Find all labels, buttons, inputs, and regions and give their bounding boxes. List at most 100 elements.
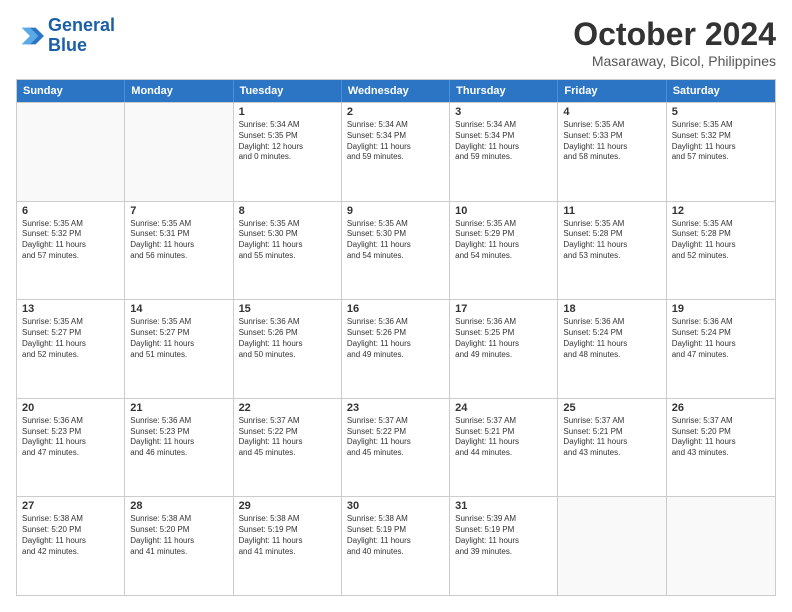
cal-cell xyxy=(125,103,233,201)
cal-cell: 26 Sunrise: 5:37 AM Sunset: 5:20 PM Dayli… xyxy=(667,399,775,497)
day-number: 14 xyxy=(130,303,227,315)
day-number: 30 xyxy=(347,500,444,512)
cal-cell xyxy=(558,497,666,595)
cal-cell: 24Sunrise: 5:37 AM Sunset: 5:21 PM Dayli… xyxy=(450,399,558,497)
cell-info: Sunrise: 5:35 AM Sunset: 5:27 PM Dayligh… xyxy=(130,317,227,360)
day-number: 22 xyxy=(239,402,336,414)
cell-info: Sunrise: 5:38 AM Sunset: 5:20 PM Dayligh… xyxy=(22,514,119,557)
header-day-wednesday: Wednesday xyxy=(342,80,450,102)
day-number: 12 xyxy=(672,205,770,217)
cal-cell: 23 Sunrise: 5:37 AM Sunset: 5:22 PM Dayli… xyxy=(342,399,450,497)
cal-cell: 17 Sunrise: 5:36 AM Sunset: 5:25 PM Dayli… xyxy=(450,300,558,398)
cell-info: Sunrise: 5:35 AM Sunset: 5:30 PM Dayligh… xyxy=(347,219,444,262)
day-number: 21 xyxy=(130,402,227,414)
cell-info: Sunrise: 5:36 AM Sunset: 5:24 PM Dayligh… xyxy=(563,317,660,360)
subtitle: Masaraway, Bicol, Philippines xyxy=(573,53,776,69)
cell-info: Sunrise: 5:36 AM Sunset: 5:24 PM Dayligh… xyxy=(672,317,770,360)
day-number: 6 xyxy=(22,205,119,217)
header: General Blue October 2024 Masaraway, Bic… xyxy=(16,16,776,69)
day-number: 16 xyxy=(347,303,444,315)
cal-cell: 28 Sunrise: 5:38 AM Sunset: 5:20 PM Dayli… xyxy=(125,497,233,595)
cell-info: Sunrise: 5:36 AM Sunset: 5:23 PM Dayligh… xyxy=(22,416,119,459)
day-number: 4 xyxy=(563,106,660,118)
day-number: 29 xyxy=(239,500,336,512)
day-number: 5 xyxy=(672,106,770,118)
month-title: October 2024 xyxy=(573,16,776,53)
cal-cell: 29 Sunrise: 5:38 AM Sunset: 5:19 PM Dayli… xyxy=(234,497,342,595)
day-number: 2 xyxy=(347,106,444,118)
cal-cell: 31 Sunrise: 5:39 AM Sunset: 5:19 PM Dayli… xyxy=(450,497,558,595)
day-number: 27 xyxy=(22,500,119,512)
page: General Blue October 2024 Masaraway, Bic… xyxy=(0,0,792,612)
cal-cell xyxy=(667,497,775,595)
cell-info: Sunrise: 5:36 AM Sunset: 5:25 PM Dayligh… xyxy=(455,317,552,360)
calendar-header: SundayMondayTuesdayWednesdayThursdayFrid… xyxy=(17,80,775,102)
cell-info: Sunrise: 5:35 AM Sunset: 5:32 PM Dayligh… xyxy=(672,120,770,163)
cal-cell: 21 Sunrise: 5:36 AM Sunset: 5:23 PM Dayli… xyxy=(125,399,233,497)
cal-cell: 20Sunrise: 5:36 AM Sunset: 5:23 PM Dayli… xyxy=(17,399,125,497)
header-day-sunday: Sunday xyxy=(17,80,125,102)
day-number: 31 xyxy=(455,500,552,512)
cell-info: Sunrise: 5:34 AM Sunset: 5:35 PM Dayligh… xyxy=(239,120,336,163)
day-number: 19 xyxy=(672,303,770,315)
cell-info: Sunrise: 5:37 AM Sunset: 5:21 PM Dayligh… xyxy=(563,416,660,459)
cell-info: Sunrise: 5:38 AM Sunset: 5:19 PM Dayligh… xyxy=(239,514,336,557)
cell-info: Sunrise: 5:36 AM Sunset: 5:26 PM Dayligh… xyxy=(239,317,336,360)
cell-info: Sunrise: 5:37 AM Sunset: 5:22 PM Dayligh… xyxy=(239,416,336,459)
day-number: 8 xyxy=(239,205,336,217)
cell-info: Sunrise: 5:35 AM Sunset: 5:33 PM Dayligh… xyxy=(563,120,660,163)
cal-cell: 13Sunrise: 5:35 AM Sunset: 5:27 PM Dayli… xyxy=(17,300,125,398)
week-5: 27 Sunrise: 5:38 AM Sunset: 5:20 PM Dayli… xyxy=(17,496,775,595)
week-1: 1 Sunrise: 5:34 AM Sunset: 5:35 PM Daylig… xyxy=(17,102,775,201)
cell-info: Sunrise: 5:34 AM Sunset: 5:34 PM Dayligh… xyxy=(347,120,444,163)
day-number: 10 xyxy=(455,205,552,217)
day-number: 1 xyxy=(239,106,336,118)
day-number: 24 xyxy=(455,402,552,414)
cal-cell: 6Sunrise: 5:35 AM Sunset: 5:32 PM Daylig… xyxy=(17,202,125,300)
cell-info: Sunrise: 5:35 AM Sunset: 5:27 PM Dayligh… xyxy=(22,317,119,360)
cal-cell: 1 Sunrise: 5:34 AM Sunset: 5:35 PM Daylig… xyxy=(234,103,342,201)
cell-info: Sunrise: 5:36 AM Sunset: 5:26 PM Dayligh… xyxy=(347,317,444,360)
cal-cell: 30 Sunrise: 5:38 AM Sunset: 5:19 PM Dayli… xyxy=(342,497,450,595)
cell-info: Sunrise: 5:35 AM Sunset: 5:28 PM Dayligh… xyxy=(563,219,660,262)
cell-info: Sunrise: 5:35 AM Sunset: 5:28 PM Dayligh… xyxy=(672,219,770,262)
day-number: 26 xyxy=(672,402,770,414)
cell-info: Sunrise: 5:37 AM Sunset: 5:20 PM Dayligh… xyxy=(672,416,770,459)
day-number: 28 xyxy=(130,500,227,512)
cell-info: Sunrise: 5:35 AM Sunset: 5:30 PM Dayligh… xyxy=(239,219,336,262)
cell-info: Sunrise: 5:39 AM Sunset: 5:19 PM Dayligh… xyxy=(455,514,552,557)
cal-cell: 12 Sunrise: 5:35 AM Sunset: 5:28 PM Dayli… xyxy=(667,202,775,300)
header-day-saturday: Saturday xyxy=(667,80,775,102)
cal-cell: 14 Sunrise: 5:35 AM Sunset: 5:27 PM Dayli… xyxy=(125,300,233,398)
cal-cell xyxy=(17,103,125,201)
header-day-monday: Monday xyxy=(125,80,233,102)
cal-cell: 7 Sunrise: 5:35 AM Sunset: 5:31 PM Daylig… xyxy=(125,202,233,300)
cell-info: Sunrise: 5:38 AM Sunset: 5:19 PM Dayligh… xyxy=(347,514,444,557)
header-day-tuesday: Tuesday xyxy=(234,80,342,102)
cell-info: Sunrise: 5:35 AM Sunset: 5:29 PM Dayligh… xyxy=(455,219,552,262)
cal-cell: 9Sunrise: 5:35 AM Sunset: 5:30 PM Daylig… xyxy=(342,202,450,300)
day-number: 18 xyxy=(563,303,660,315)
day-number: 23 xyxy=(347,402,444,414)
logo: General Blue xyxy=(16,16,115,56)
day-number: 17 xyxy=(455,303,552,315)
week-2: 6Sunrise: 5:35 AM Sunset: 5:32 PM Daylig… xyxy=(17,201,775,300)
cell-info: Sunrise: 5:36 AM Sunset: 5:23 PM Dayligh… xyxy=(130,416,227,459)
cal-cell: 25Sunrise: 5:37 AM Sunset: 5:21 PM Dayli… xyxy=(558,399,666,497)
day-number: 7 xyxy=(130,205,227,217)
day-number: 11 xyxy=(563,205,660,217)
calendar-body: 1 Sunrise: 5:34 AM Sunset: 5:35 PM Daylig… xyxy=(17,102,775,595)
cal-cell: 22 Sunrise: 5:37 AM Sunset: 5:22 PM Dayli… xyxy=(234,399,342,497)
day-number: 15 xyxy=(239,303,336,315)
cell-info: Sunrise: 5:37 AM Sunset: 5:22 PM Dayligh… xyxy=(347,416,444,459)
cell-info: Sunrise: 5:38 AM Sunset: 5:20 PM Dayligh… xyxy=(130,514,227,557)
cal-cell: 19 Sunrise: 5:36 AM Sunset: 5:24 PM Dayli… xyxy=(667,300,775,398)
cal-cell: 27 Sunrise: 5:38 AM Sunset: 5:20 PM Dayli… xyxy=(17,497,125,595)
logo-line1: General xyxy=(48,15,115,35)
cal-cell: 2 Sunrise: 5:34 AM Sunset: 5:34 PM Daylig… xyxy=(342,103,450,201)
logo-line2: Blue xyxy=(48,35,87,55)
cal-cell: 10 Sunrise: 5:35 AM Sunset: 5:29 PM Dayli… xyxy=(450,202,558,300)
cell-info: Sunrise: 5:35 AM Sunset: 5:31 PM Dayligh… xyxy=(130,219,227,262)
cal-cell: 18 Sunrise: 5:36 AM Sunset: 5:24 PM Dayli… xyxy=(558,300,666,398)
week-3: 13Sunrise: 5:35 AM Sunset: 5:27 PM Dayli… xyxy=(17,299,775,398)
